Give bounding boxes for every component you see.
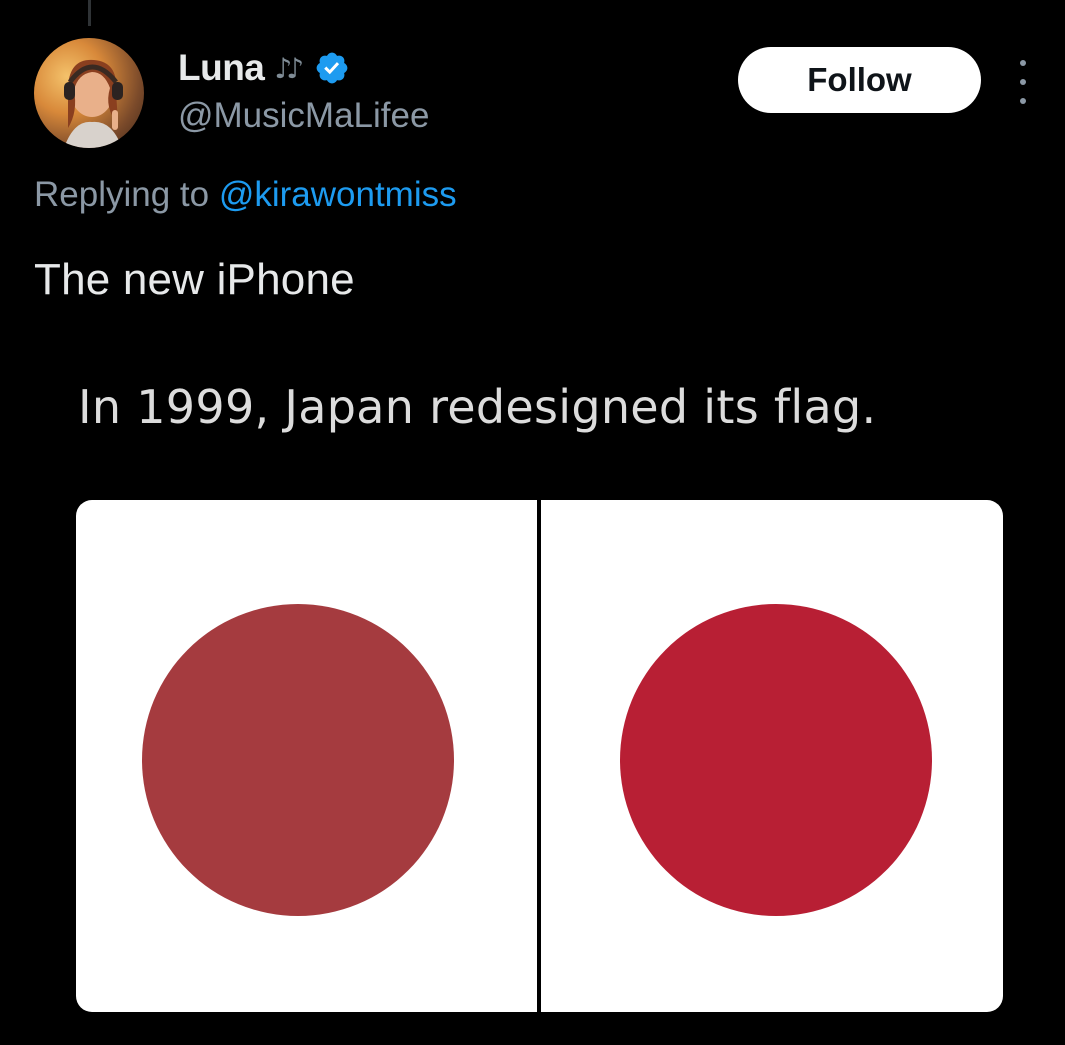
avatar-woman-headphones-icon [64,59,123,148]
more-dot [1020,60,1026,66]
replying-to: Replying to @kirawontmiss [34,175,457,215]
display-name[interactable]: Luna [178,47,265,89]
flag-old-red-disc [142,604,454,916]
reply-target-link[interactable]: @kirawontmiss [219,175,457,214]
flag-divider [532,500,546,1012]
replying-to-label: Replying to [34,175,219,214]
more-dot [1020,79,1026,85]
author-name-row: Luna ♪♪ [178,44,350,92]
flag-old [76,500,532,1012]
flag-new [546,500,1003,1012]
flag-new-red-disc [620,604,932,916]
tweet-text: The new iPhone [34,255,355,304]
music-notes-emoji: ♪♪ [274,51,304,85]
thread-connector-line [88,0,91,26]
more-vertical-icon[interactable] [1012,60,1034,104]
author-handle[interactable]: @MusicMaLifee [178,96,429,136]
more-dot [1020,98,1026,104]
tweet-media-image[interactable]: In 1999, Japan redesigned its flag. [34,362,1044,1032]
author-avatar[interactable] [34,38,144,148]
follow-button[interactable]: Follow [738,47,981,113]
verified-badge-icon [316,52,348,84]
media-caption: In 1999, Japan redesigned its flag. [78,380,877,434]
